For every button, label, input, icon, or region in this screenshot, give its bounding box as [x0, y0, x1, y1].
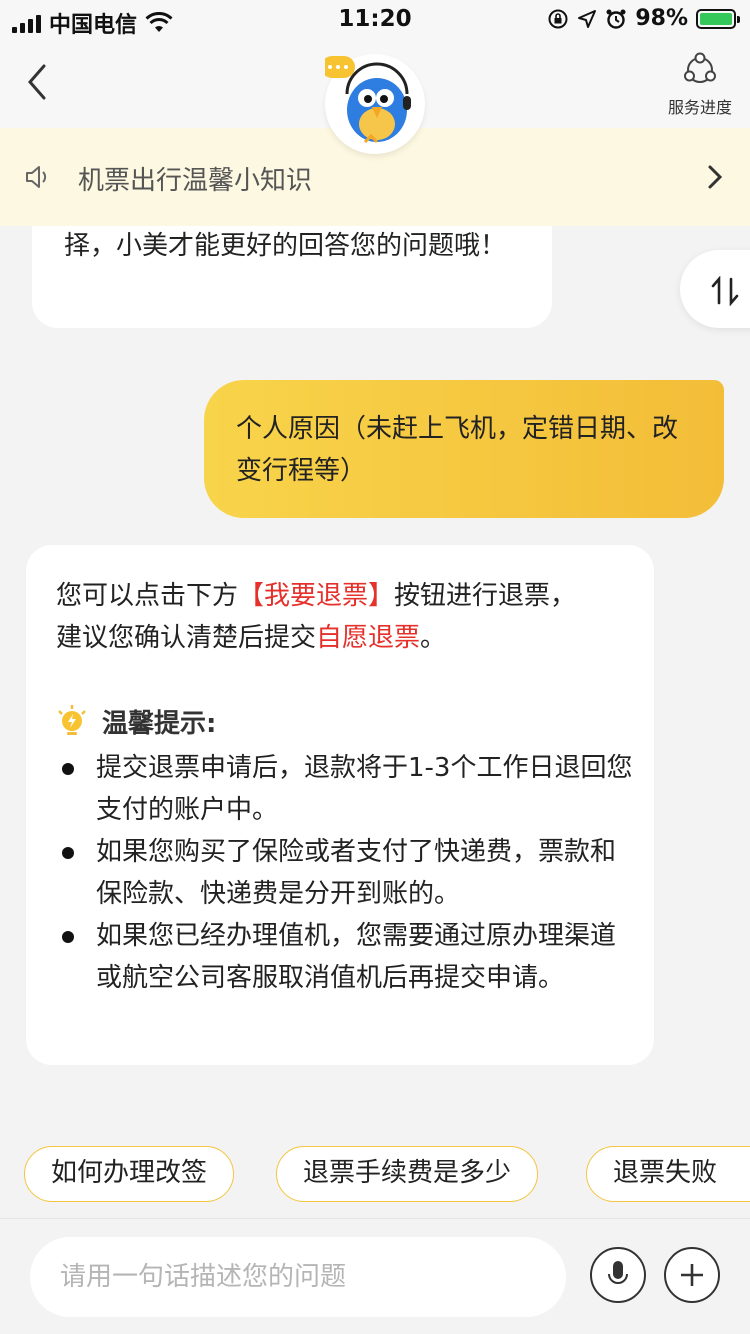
sort-toggle-button[interactable]	[680, 250, 750, 328]
reply-text-segment: 您可以点击下方	[56, 581, 239, 611]
battery-icon	[696, 8, 740, 29]
tip-heading: 温馨提示:	[56, 703, 216, 740]
quick-reply-chip[interactable]: 退票手续费是多少	[276, 1146, 539, 1202]
chevron-right-icon	[708, 165, 723, 189]
more-options-button[interactable]	[664, 1247, 720, 1303]
location-icon	[578, 9, 597, 28]
service-progress-icon	[684, 52, 716, 83]
voluntary-refund-highlight: 自愿退票	[316, 623, 421, 653]
lock-rotation-icon	[548, 9, 568, 28]
lightbulb-icon	[58, 704, 86, 735]
question-input[interactable]	[30, 1237, 566, 1317]
sort-icon	[711, 276, 739, 306]
service-progress-button[interactable]: 服务进度	[664, 52, 736, 118]
tip-title: 温馨提示:	[102, 709, 217, 739]
tip-item: 提交退票申请后，退款将于1-3个工作日退回您支付的账户中。	[56, 747, 636, 831]
alarm-icon	[606, 9, 626, 29]
back-chevron-icon	[28, 64, 46, 100]
tip-list: 提交退票申请后，退款将于1-3个工作日退回您支付的账户中。 如果您购买了保险或者…	[56, 747, 636, 999]
voice-input-button[interactable]	[590, 1247, 646, 1303]
bot-reply-bubble: 您可以点击下方【我要退票】按钮进行退票， 建议您确认清楚后提交自愿退票。 温馨提…	[26, 545, 654, 1065]
tip-item: 如果您已经办理值机，您需要通过原办理渠道或航空公司客服取消值机后再提交申请。	[56, 915, 636, 999]
quick-reply-chip[interactable]: 退票失败	[586, 1146, 750, 1202]
bot-message-text: 择，小美才能更好的回答您的问题哦！	[64, 231, 507, 261]
input-bar	[0, 1218, 750, 1334]
status-bar: 中国电信 11:20 98%	[0, 0, 750, 40]
refund-link[interactable]: 【我要退票】	[238, 581, 394, 611]
mascot-avatar	[321, 54, 425, 154]
speaker-icon	[26, 166, 47, 188]
quick-reply-chip[interactable]: 如何办理改签	[24, 1146, 235, 1202]
mic-icon	[608, 1261, 628, 1284]
reply-text-segment: 。	[420, 623, 447, 653]
reply-text-segment: 按钮进行退票，	[394, 581, 577, 611]
back-button[interactable]	[22, 62, 52, 102]
bot-reply-text: 您可以点击下方【我要退票】按钮进行退票， 建议您确认清楚后提交自愿退票。	[56, 575, 626, 659]
service-progress-label: 服务进度	[667, 98, 732, 117]
tip-item: 如果您购买了保险或者支付了快递费，票款和保险款、快递费是分开到账的。	[56, 831, 636, 915]
reply-text-segment: 建议您确认清楚后提交	[56, 623, 317, 653]
chat-header: 服务进度	[0, 40, 750, 154]
battery-percent: 98%	[635, 6, 688, 31]
notice-text: 机票出行温馨小知识	[78, 166, 313, 196]
plus-icon	[681, 1264, 703, 1286]
user-message-bubble: 个人原因（未赶上飞机，定错日期、改变行程等）	[204, 380, 724, 518]
user-message-text: 个人原因（未赶上飞机，定错日期、改变行程等）	[236, 414, 679, 486]
